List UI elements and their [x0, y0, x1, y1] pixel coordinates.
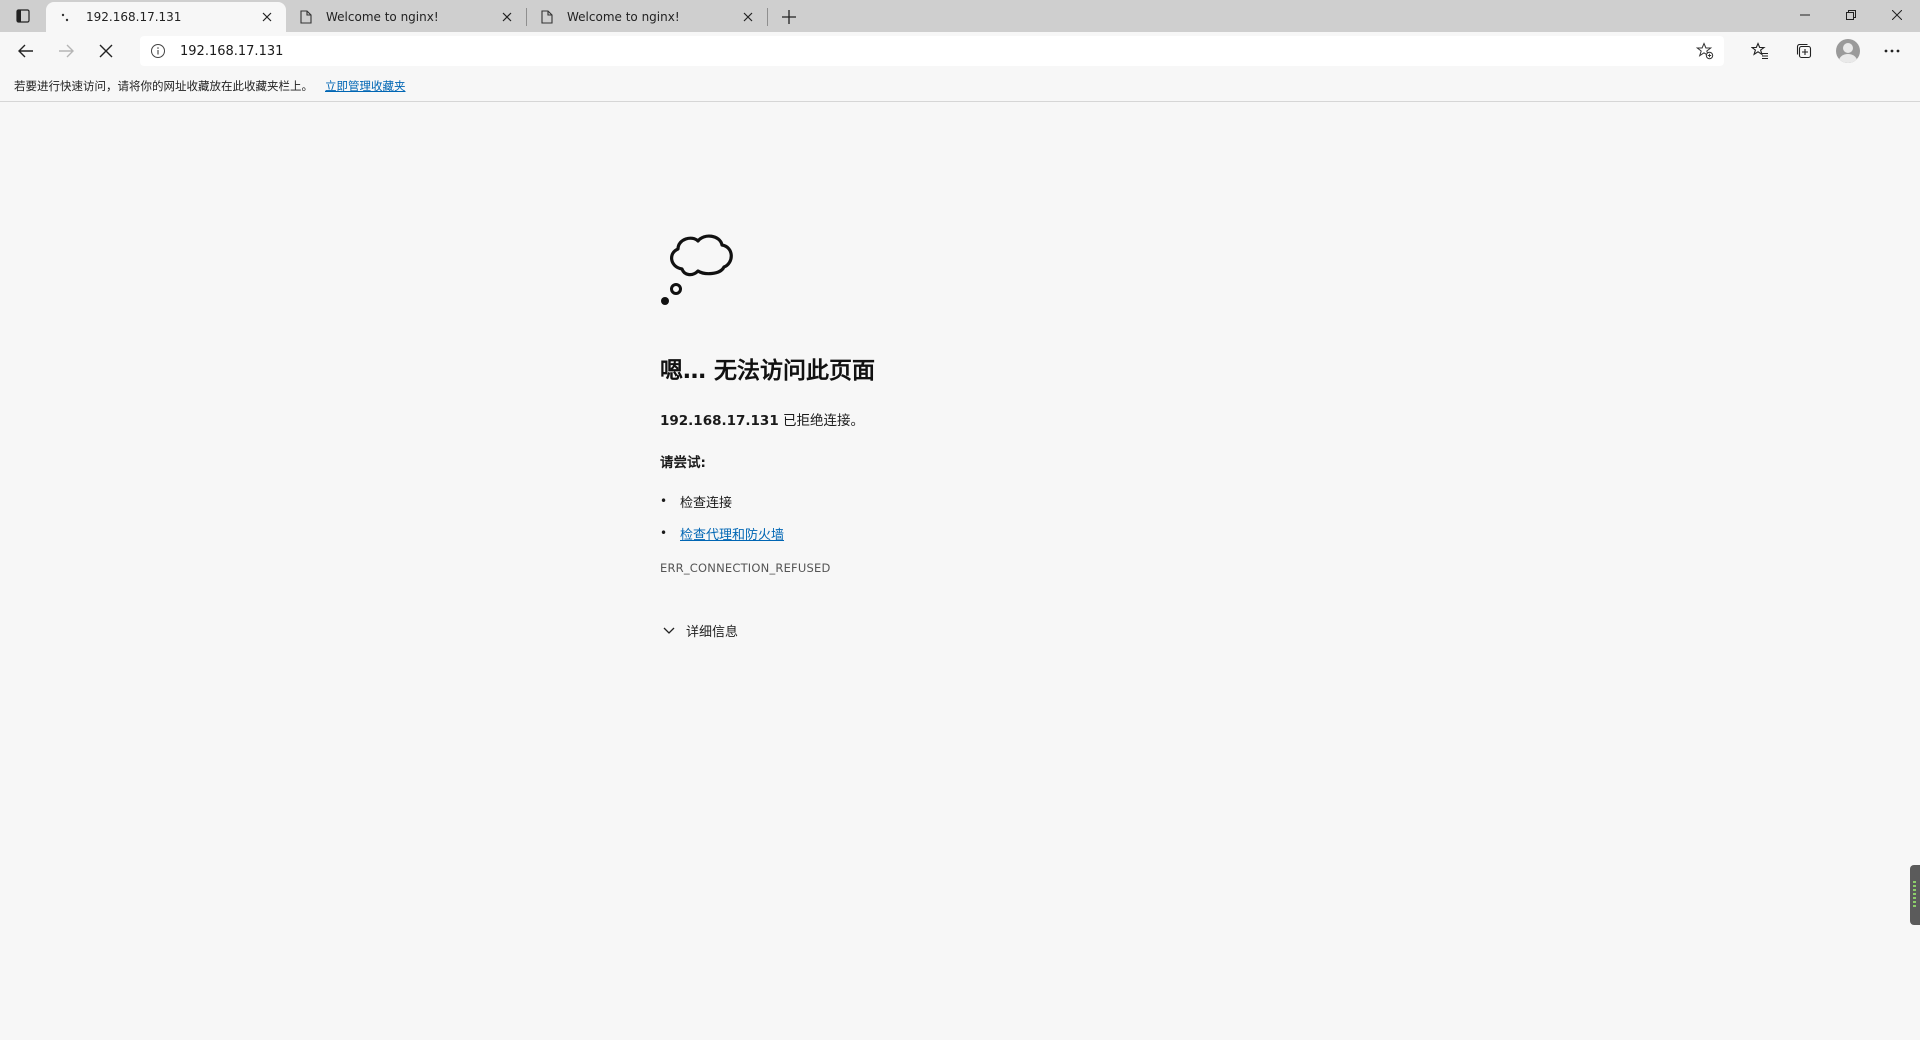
favorites-list-icon — [1751, 42, 1768, 60]
page-content: 嗯… 无法访问此页面 192.168.17.131 已拒绝连接。 请尝试: • … — [0, 103, 1920, 1040]
close-tab-icon[interactable] — [739, 8, 757, 26]
tab-title: Welcome to nginx! — [326, 10, 439, 24]
avatar — [1836, 39, 1860, 63]
url-text[interactable]: 192.168.17.131 — [180, 44, 1696, 59]
favorites-button[interactable] — [1738, 35, 1782, 67]
details-label: 详细信息 — [686, 625, 739, 640]
list-item: • 检查代理和防火墙 — [660, 517, 1300, 549]
tab-192-168-17-131[interactable]: 192.168.17.131 — [46, 2, 286, 32]
side-panel-handle[interactable] — [1910, 865, 1920, 925]
loading-icon — [58, 9, 74, 25]
thought-cloud-icon — [661, 234, 733, 305]
suggestions-list: • 检查连接 • 检查代理和防火墙 — [660, 485, 1300, 549]
collections-icon — [1796, 43, 1812, 59]
close-window-button[interactable] — [1874, 0, 1920, 30]
more-horizontal-icon — [1884, 49, 1900, 53]
suggestion-check-proxy-firewall-link[interactable]: 检查代理和防火墙 — [680, 524, 784, 543]
minimize-icon — [1800, 14, 1810, 16]
tab-title: 192.168.17.131 — [86, 10, 182, 24]
error-description-text: 已拒绝连接。 — [778, 413, 865, 429]
tab-strip: 192.168.17.131 Welcome to nginx! Welcome… — [0, 0, 1920, 32]
toolbar-right-actions — [1738, 35, 1914, 67]
address-bar[interactable]: 192.168.17.131 — [140, 36, 1724, 66]
info-icon[interactable] — [150, 43, 166, 59]
window-controls — [1782, 0, 1920, 32]
close-tab-icon[interactable] — [258, 8, 276, 26]
plus-icon — [782, 10, 796, 24]
error-host: 192.168.17.131 — [660, 413, 779, 429]
error-title: 嗯… 无法访问此页面 — [660, 358, 876, 384]
tab-actions-icon — [16, 9, 30, 23]
error-container: 嗯… 无法访问此页面 192.168.17.131 已拒绝连接。 请尝试: • … — [660, 231, 1300, 640]
tab-welcome-nginx-2[interactable]: Welcome to nginx! — [527, 2, 767, 32]
arrow-right-icon — [59, 44, 74, 58]
details-button[interactable]: 详细信息 — [660, 621, 1300, 640]
tab-separator — [767, 8, 768, 26]
tab-actions-menu-button[interactable] — [0, 0, 46, 32]
try-label: 请尝试: — [660, 455, 706, 471]
manage-favorites-link[interactable]: 立即管理收藏夹 — [325, 78, 406, 94]
stop-loading-button[interactable] — [86, 35, 126, 67]
bullet: • — [660, 494, 668, 508]
restore-button[interactable] — [1828, 0, 1874, 30]
close-icon — [1892, 10, 1902, 20]
tab-welcome-nginx-1[interactable]: Welcome to nginx! — [286, 2, 526, 32]
close-tab-icon[interactable] — [498, 8, 516, 26]
error-description: 192.168.17.131 已拒绝连接。 — [660, 409, 1300, 429]
restore-icon — [1846, 10, 1856, 20]
tab-title: Welcome to nginx! — [567, 10, 680, 24]
suggestion-check-connection: 检查连接 — [680, 495, 733, 511]
list-item: • 检查连接 — [660, 485, 1300, 517]
navigation-toolbar: 192.168.17.131 — [0, 32, 1920, 70]
chevron-down-icon — [660, 622, 678, 640]
favorites-bar: 若要进行快速访问，请将你的网址收藏放在此收藏夹栏上。 立即管理收藏夹 — [0, 70, 1920, 102]
page-icon — [539, 9, 555, 25]
collections-button[interactable] — [1782, 35, 1826, 67]
add-favorite-icon[interactable] — [1696, 42, 1714, 60]
forward-button[interactable] — [46, 35, 86, 67]
bullet: • — [660, 526, 668, 540]
favorites-bar-message: 若要进行快速访问，请将你的网址收藏放在此收藏夹栏上。 — [14, 78, 313, 93]
arrow-left-icon — [18, 44, 33, 58]
profile-button[interactable] — [1826, 35, 1870, 67]
page-icon — [298, 9, 314, 25]
error-code: ERR_CONNECTION_REFUSED — [660, 561, 831, 575]
stop-icon — [99, 44, 113, 58]
new-tab-button[interactable] — [772, 2, 806, 32]
minimize-button[interactable] — [1782, 0, 1828, 30]
settings-and-more-button[interactable] — [1870, 35, 1914, 67]
back-button[interactable] — [6, 35, 46, 67]
